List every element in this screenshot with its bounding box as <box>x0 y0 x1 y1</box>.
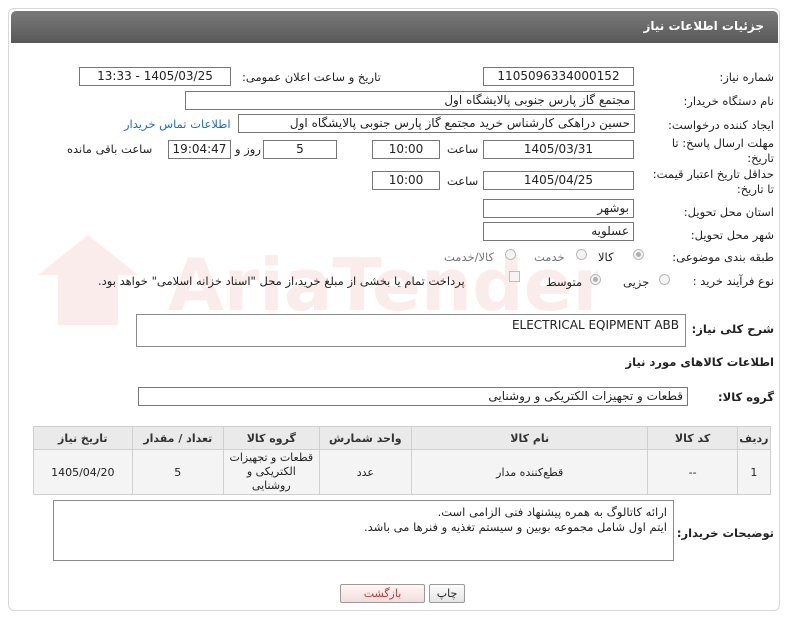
cell-group-line2: الکتریکی و <box>246 465 296 478</box>
deadline-time-field: 10:00 <box>372 140 440 159</box>
days-label: روز و <box>235 142 261 156</box>
col-code: کد کالا <box>647 426 738 450</box>
deadline-time-label: ساعت <box>447 142 479 156</box>
cell-date: 1405/04/20 <box>33 449 133 495</box>
goods-info-title: اطلاعات کالاهای مورد نیاز <box>625 355 774 369</box>
description-text: ELECTRICAL EQIPMENT ABB <box>511 318 679 332</box>
category-option-both: کالا/خدمت <box>444 250 495 264</box>
deadline-label-line2: تاریخ: <box>747 151 774 165</box>
col-group: گروه کالا <box>223 426 320 450</box>
col-date: تاریخ نیاز <box>33 426 133 450</box>
price-validity-date-field: 1405/04/25 <box>483 171 634 190</box>
panel-header: جزئیات اطلاعات نیاز <box>11 11 778 43</box>
buyer-notes-textarea: ارائه کاتالوگ به همره پیشنهاد فنی الزامی… <box>53 500 674 561</box>
buyer-org-field: مجتمع گاز پارس جنوبی پالایشگاه اول <box>185 91 635 110</box>
announce-field: 1405/03/25 - 13:33 <box>79 67 231 86</box>
col-unit: واحد شمارش <box>318 426 413 450</box>
price-validity-time-field: 10:00 <box>372 171 440 190</box>
buyer-notes-label: توضیحات خریدار: <box>676 526 774 540</box>
cell-code: -- <box>647 449 738 495</box>
need-number-field: 1105096334000152 <box>483 67 634 86</box>
price-validity-time-label: ساعت <box>447 174 479 188</box>
city-label: شهر محل تحویل: <box>690 228 774 242</box>
back-button[interactable]: بازگشت <box>340 584 425 603</box>
print-button[interactable]: چاپ <box>429 584 465 603</box>
category-radio-both[interactable] <box>505 249 516 260</box>
province-field: بوشهر <box>483 199 634 218</box>
category-option-goods: کالا <box>598 250 614 264</box>
col-index: ردیف <box>736 426 772 450</box>
page-title: جزئیات اطلاعات نیاز <box>643 19 764 33</box>
items-table: ردیف کد کالا نام کالا واحد شمارش گروه کا… <box>33 426 772 495</box>
treasury-text: پرداخت تمام یا بخشی از مبلغ خرید،از محل … <box>98 274 465 288</box>
cell-index: 1 <box>736 449 772 495</box>
need-number-label: شماره نیاز: <box>719 70 774 84</box>
items-table-header: ردیف کد کالا نام کالا واحد شمارش گروه کا… <box>33 426 772 450</box>
deadline-date-field: 1405/03/31 <box>483 140 634 159</box>
col-qty: تعداد / مقدار <box>131 426 225 450</box>
category-option-service: خدمت <box>534 250 565 264</box>
buyer-notes-line1: ارائه کاتالوگ به همره پیشنهاد فنی الزامی… <box>437 505 667 519</box>
purchase-radio-minor[interactable] <box>659 274 670 285</box>
description-label: شرح کلی نیاز: <box>691 322 774 336</box>
table-row: 1 -- قطع‌کننده مدار عدد قطعات و تجهیزات … <box>33 449 772 495</box>
purchase-type-label: نوع فرآیند خرید : <box>692 274 774 288</box>
requester-label: ایجاد کننده درخواست: <box>668 118 774 132</box>
description-textarea: ELECTRICAL EQIPMENT ABB <box>136 314 686 347</box>
goods-group-field: قطعات و تجهیزات الکتریکی و روشنایی <box>138 387 688 406</box>
goods-group-label: گروه کالا: <box>718 390 774 404</box>
cell-name: قطع‌کننده مدار <box>411 449 649 495</box>
announce-label: تاریخ و ساعت اعلان عمومی: <box>242 70 381 84</box>
remaining-label: ساعت باقی مانده <box>67 142 153 156</box>
cell-group-line3: روشنایی <box>251 479 291 492</box>
deadline-label-line1: مهلت ارسال پاسخ: تا <box>671 136 774 150</box>
cell-group-line1: قطعات و تجهیزات <box>229 451 314 464</box>
category-radio-service[interactable] <box>576 249 587 260</box>
province-label: استان محل تحویل: <box>683 205 774 219</box>
treasury-checkbox[interactable] <box>509 271 520 282</box>
purchase-option-minor: جزیی <box>623 275 650 289</box>
category-label: طبقه بندی موضوعی: <box>672 250 774 264</box>
cell-qty: 5 <box>131 449 225 495</box>
purchase-option-medium: متوسط <box>546 275 583 289</box>
price-validity-label-line1: حداقل تاریخ اعتبار قیمت: <box>652 167 774 181</box>
cell-group: قطعات و تجهیزات الکتریکی و روشنایی <box>223 449 320 495</box>
contact-info-link[interactable]: اطلاعات تماس خریدار <box>124 117 231 131</box>
buyer-org-label: نام دستگاه خریدار: <box>683 94 774 108</box>
cell-unit: عدد <box>318 449 413 495</box>
category-radio-goods[interactable] <box>633 249 644 260</box>
city-field: عسلویه <box>483 222 634 241</box>
days-remaining-field: 5 <box>263 140 337 159</box>
buyer-notes-line2: ایتم اول شامل مجموعه بوبین و سیستم تغذیه… <box>363 520 667 534</box>
purchase-radio-medium[interactable] <box>590 274 601 285</box>
remaining-time-field: 19:04:47 <box>168 140 231 159</box>
col-name: نام کالا <box>411 426 649 450</box>
price-validity-label-line2: تا تاریخ: <box>736 182 774 196</box>
requester-field: حسین دراهکی کارشناس خرید مجتمع گاز پارس … <box>238 114 635 133</box>
